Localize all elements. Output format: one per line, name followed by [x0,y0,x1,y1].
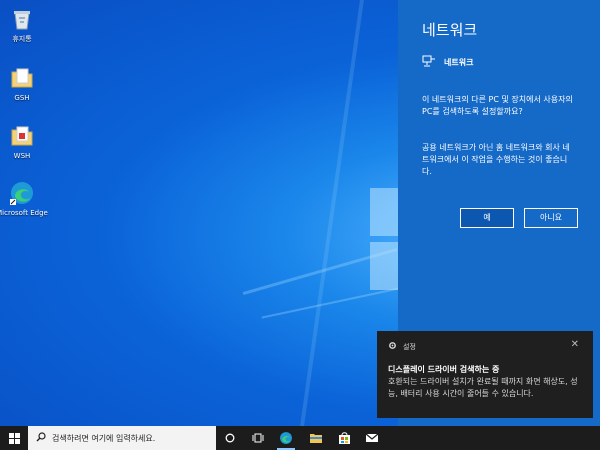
edge-shortcut-icon[interactable]: Microsoft Edge [0,180,48,218]
wsh-folder-icon[interactable]: WSH [0,123,48,161]
task-view-icon[interactable] [244,426,272,450]
gsh-folder-label: GSH [14,94,30,102]
toast-body: 호환되는 드라이버 설치가 완료될 때까지 화면 해상도, 성능, 배터리 사용… [388,377,578,398]
network-row: 네트워크 [422,55,473,69]
recycle-bin-icon[interactable]: 휴지통 [0,6,48,44]
file-explorer-icon[interactable] [302,426,330,450]
network-name: 네트워크 [444,57,474,67]
edge-shortcut-label: Microsoft Edge [0,209,48,217]
notification-toast[interactable]: 설정 ✕ 디스플레이 드라이버 검색하는 중 호환되는 드라이버 설치가 완료될… [377,331,593,418]
start-button[interactable] [0,426,28,450]
toast-heading: 디스플레이 드라이버 검색하는 중 [388,365,500,374]
taskbar-search-box[interactable]: 검색하려면 여기에 입력하세요. [28,426,216,450]
discovery-advice: 공용 네트워크가 아닌 홈 네트워크와 회사 네트워크에서 이 작업을 수행하는… [422,143,570,176]
recycle-bin-label: 휴지통 [12,35,32,43]
close-icon[interactable]: ✕ [571,339,579,350]
mail-icon[interactable] [358,426,386,450]
edge-icon[interactable] [272,426,300,450]
search-placeholder: 검색하려면 여기에 입력하세요. [52,433,156,443]
windows-icon [8,432,20,444]
toast-app-name: 설정 [403,342,416,351]
wsh-folder-label: WSH [13,152,31,160]
taskbar: 검색하려면 여기에 입력하세요. [0,426,600,450]
gear-icon [388,341,397,352]
no-button[interactable]: 아니요 [524,208,578,228]
store-icon[interactable] [330,426,358,450]
network-ethernet-icon [422,55,436,69]
search-icon [36,432,46,444]
flyout-title: 네트워크 [422,21,478,39]
discovery-question: 이 네트워크의 다른 PC 및 장치에서 사용자의 PC를 검색하도록 설정할까… [422,95,573,116]
gsh-folder-icon[interactable]: GSH [0,65,48,103]
cortana-icon[interactable] [216,426,244,450]
toast-app: 설정 [388,341,416,352]
yes-button[interactable]: 예 [460,208,514,228]
